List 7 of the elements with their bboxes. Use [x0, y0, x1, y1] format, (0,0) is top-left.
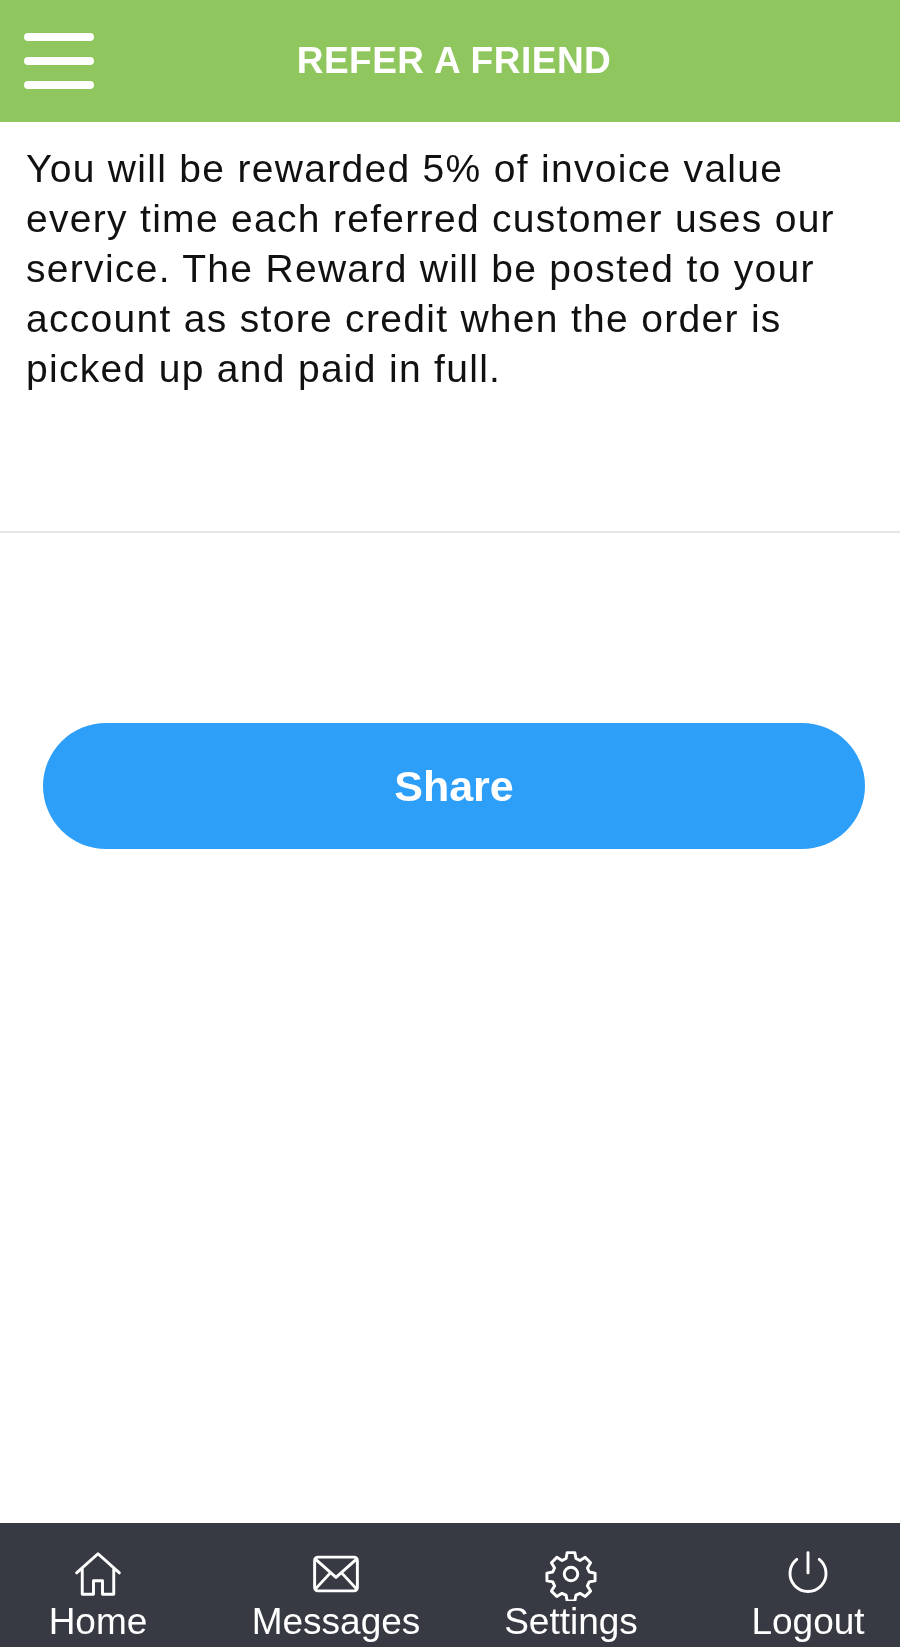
tab-bar-item[interactable]: Settings: [476, 1523, 666, 1647]
tab-bar-item[interactable]: Home: [0, 1523, 196, 1647]
tab-bar-item[interactable]: Messages: [196, 1523, 476, 1647]
menu-icon[interactable]: [24, 33, 94, 89]
page-title: REFER A FRIEND: [296, 40, 612, 82]
tab-bar-item[interactable]: Logout: [716, 1523, 900, 1647]
reward-description: You will be rewarded 5% of invoice value every time each referred customer uses our service. The Reward will be posted to your account as store credit when the order is picked up and paid in full.: [26, 146, 836, 392]
